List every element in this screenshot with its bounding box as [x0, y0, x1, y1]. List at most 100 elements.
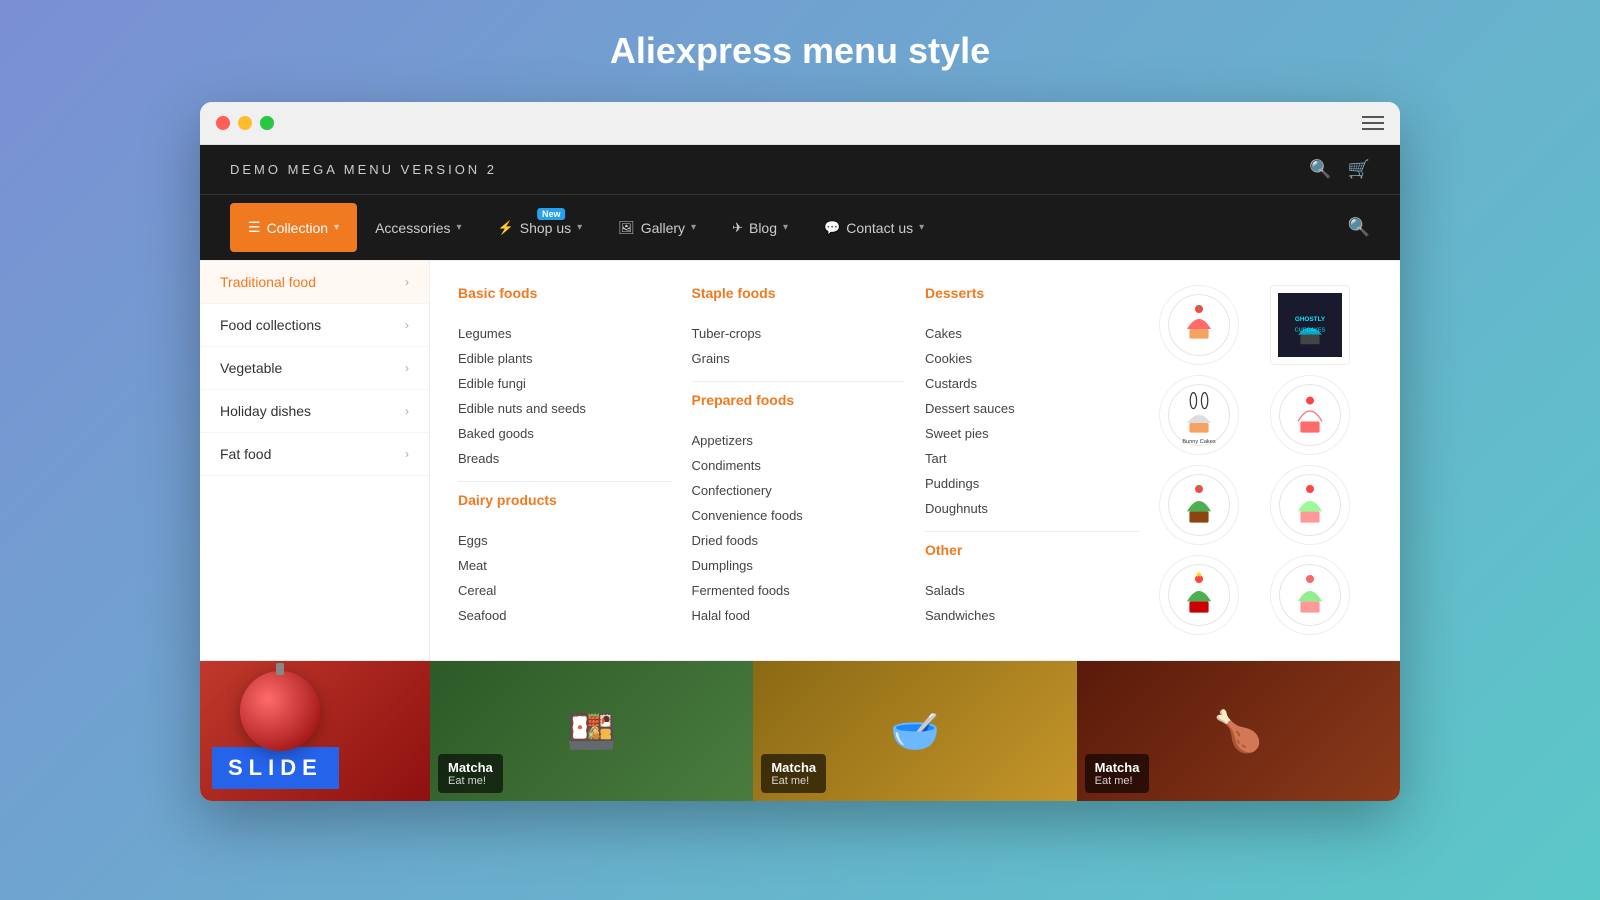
svg-text:Bunny Cakes: Bunny Cakes: [1182, 439, 1215, 445]
nav-label-shopus: Shop us: [520, 220, 571, 236]
menu-item-halal-food[interactable]: Halal food: [692, 603, 906, 628]
logo-green-cupcake-2[interactable]: [1270, 465, 1350, 545]
browser-chrome: [200, 102, 1400, 145]
arrow-icon: ›: [405, 447, 409, 461]
food-card-matcha-1[interactable]: 🍱 Matcha Eat me!: [430, 661, 753, 801]
logo-holiday-cupcake-2[interactable]: [1270, 555, 1350, 635]
category-title-basic-foods: Basic foods: [458, 285, 672, 309]
logo-bunny-cakes[interactable]: Bunny Cakes: [1159, 375, 1239, 455]
menu-item-confectionery[interactable]: Confectionery: [692, 478, 906, 503]
chevron-icon-blog: ▾: [783, 222, 788, 233]
menu-item-meat[interactable]: Meat: [458, 553, 672, 578]
food-card-title-2: Matcha: [771, 760, 816, 775]
logo-green-cupcake-1[interactable]: [1159, 465, 1239, 545]
category-title-staple: Staple foods: [692, 285, 906, 309]
food-card-sub-3: Eat me!: [1095, 775, 1140, 787]
browser-window: DEMO MEGA MENU VERSION 2 🔍 🛒 ☰ Collectio…: [200, 102, 1400, 801]
chevron-icon-shopus: ▾: [577, 222, 582, 233]
navbar-top-icons: 🔍 🛒: [1309, 159, 1370, 180]
menu-item-dried-foods[interactable]: Dried foods: [692, 528, 906, 553]
nav-item-shopus[interactable]: New ⚡ Shop us ▾: [480, 204, 601, 252]
dot-yellow[interactable]: [238, 116, 252, 130]
menu-item-edible-nuts[interactable]: Edible nuts and seeds: [458, 396, 672, 421]
nav-item-gallery[interactable]: 🖼 Gallery ▾: [600, 204, 714, 252]
menu-item-convenience-foods[interactable]: Convenience foods: [692, 503, 906, 528]
bottom-area: SLIDE 🍱 Matcha Eat me! 🥣 Matcha Eat me! …: [200, 660, 1400, 801]
category-title-desserts: Desserts: [925, 285, 1139, 309]
hamburger-icon[interactable]: [1362, 116, 1384, 130]
cart-icon[interactable]: 🛒: [1348, 159, 1370, 180]
nav-item-blog[interactable]: ✈ Blog ▾: [714, 204, 806, 252]
menu-sidebar: Traditional food › Food collections › Ve…: [200, 261, 430, 660]
sidebar-item-fat-food[interactable]: Fat food ›: [200, 433, 429, 476]
nav-item-accessories[interactable]: Accessories ▾: [357, 204, 480, 252]
category-title-other: Other: [925, 542, 1139, 566]
category-title-dairy: Dairy products: [458, 492, 672, 516]
browser-dots: [216, 116, 274, 130]
logo-cupcake-house-1[interactable]: [1159, 285, 1239, 365]
menu-item-dumplings[interactable]: Dumplings: [692, 553, 906, 578]
menu-item-appetizers[interactable]: Appetizers: [692, 428, 906, 453]
food-images: 🍱 Matcha Eat me! 🥣 Matcha Eat me! 🍗 Matc…: [430, 661, 1400, 801]
food-card-matcha-2[interactable]: 🥣 Matcha Eat me!: [753, 661, 1076, 801]
food-card-label-3: Matcha Eat me!: [1085, 754, 1150, 793]
sidebar-item-holiday-dishes[interactable]: Holiday dishes ›: [200, 390, 429, 433]
badge-new: New: [537, 208, 566, 220]
menu-item-tuber-crops[interactable]: Tuber-crops: [692, 321, 906, 346]
menu-item-breads[interactable]: Breads: [458, 446, 672, 471]
food-card-title-1: Matcha: [448, 760, 493, 775]
sidebar-label-food-collections: Food collections: [220, 317, 321, 333]
menu-item-custards[interactable]: Custards: [925, 371, 1139, 396]
menu-item-condiments[interactable]: Condiments: [692, 453, 906, 478]
menu-item-edible-fungi[interactable]: Edible fungi: [458, 371, 672, 396]
slide-image: SLIDE: [200, 661, 430, 801]
nav-item-contact[interactable]: 💬 Contact us ▾: [806, 204, 942, 252]
arrow-icon: ›: [405, 361, 409, 375]
menu-item-sweet-pies[interactable]: Sweet pies: [925, 421, 1139, 446]
food-card-matcha-3[interactable]: 🍗 Matcha Eat me!: [1077, 661, 1400, 801]
slide-label: SLIDE: [212, 747, 339, 789]
menu-item-edible-plants[interactable]: Edible plants: [458, 346, 672, 371]
menu-item-salads[interactable]: Salads: [925, 578, 1139, 603]
food-card-sub-1: Eat me!: [448, 775, 493, 787]
navbar-top: DEMO MEGA MENU VERSION 2 🔍 🛒: [200, 145, 1400, 194]
nav-item-collection[interactable]: ☰ Collection ▾: [230, 203, 357, 252]
menu-item-eggs[interactable]: Eggs: [458, 528, 672, 553]
nav-label-blog: Blog: [749, 220, 777, 236]
search-icon[interactable]: 🔍: [1309, 159, 1331, 180]
menu-item-seafood[interactable]: Seafood: [458, 603, 672, 628]
chevron-icon-accessories: ▾: [457, 222, 462, 233]
menu-item-dessert-sauces[interactable]: Dessert sauces: [925, 396, 1139, 421]
mega-menu: Traditional food › Food collections › Ve…: [200, 260, 1400, 660]
logo-ghostly-cupcakes[interactable]: GHOSTLY CUPCAKES: [1270, 285, 1350, 365]
nav-label-collection: Collection: [267, 220, 328, 236]
nav-label-contact: Contact us: [846, 220, 913, 236]
menu-column-2: Staple foods Tuber-crops Grains Prepared…: [692, 285, 906, 636]
sidebar-label-fat-food: Fat food: [220, 446, 271, 462]
menu-item-cereal[interactable]: Cereal: [458, 578, 672, 603]
arrow-icon: ›: [405, 318, 409, 332]
nav-search-icon[interactable]: 🔍: [1348, 217, 1370, 238]
category-title-prepared: Prepared foods: [692, 392, 906, 416]
menu-item-tart[interactable]: Tart: [925, 446, 1139, 471]
nav-label-accessories: Accessories: [375, 220, 450, 236]
sidebar-item-vegetable[interactable]: Vegetable ›: [200, 347, 429, 390]
ornament-decoration: [240, 671, 320, 751]
sidebar-item-food-collections[interactable]: Food collections ›: [200, 304, 429, 347]
sidebar-item-traditional-food[interactable]: Traditional food ›: [200, 261, 429, 304]
menu-item-sandwiches[interactable]: Sandwiches: [925, 603, 1139, 628]
menu-item-cakes[interactable]: Cakes: [925, 321, 1139, 346]
menu-item-grains[interactable]: Grains: [692, 346, 906, 371]
dot-green[interactable]: [260, 116, 274, 130]
menu-item-puddings[interactable]: Puddings: [925, 471, 1139, 496]
menu-item-cookies[interactable]: Cookies: [925, 346, 1139, 371]
logo-holiday-cupcake-1[interactable]: [1159, 555, 1239, 635]
arrow-icon: ›: [405, 404, 409, 418]
menu-item-legumes[interactable]: Legumes: [458, 321, 672, 346]
logo-cupcake-house-2[interactable]: [1270, 375, 1350, 455]
dot-red[interactable]: [216, 116, 230, 130]
chevron-icon-collection: ▾: [334, 222, 339, 233]
menu-item-baked-goods[interactable]: Baked goods: [458, 421, 672, 446]
menu-item-fermented-foods[interactable]: Fermented foods: [692, 578, 906, 603]
menu-item-doughnuts[interactable]: Doughnuts: [925, 496, 1139, 521]
